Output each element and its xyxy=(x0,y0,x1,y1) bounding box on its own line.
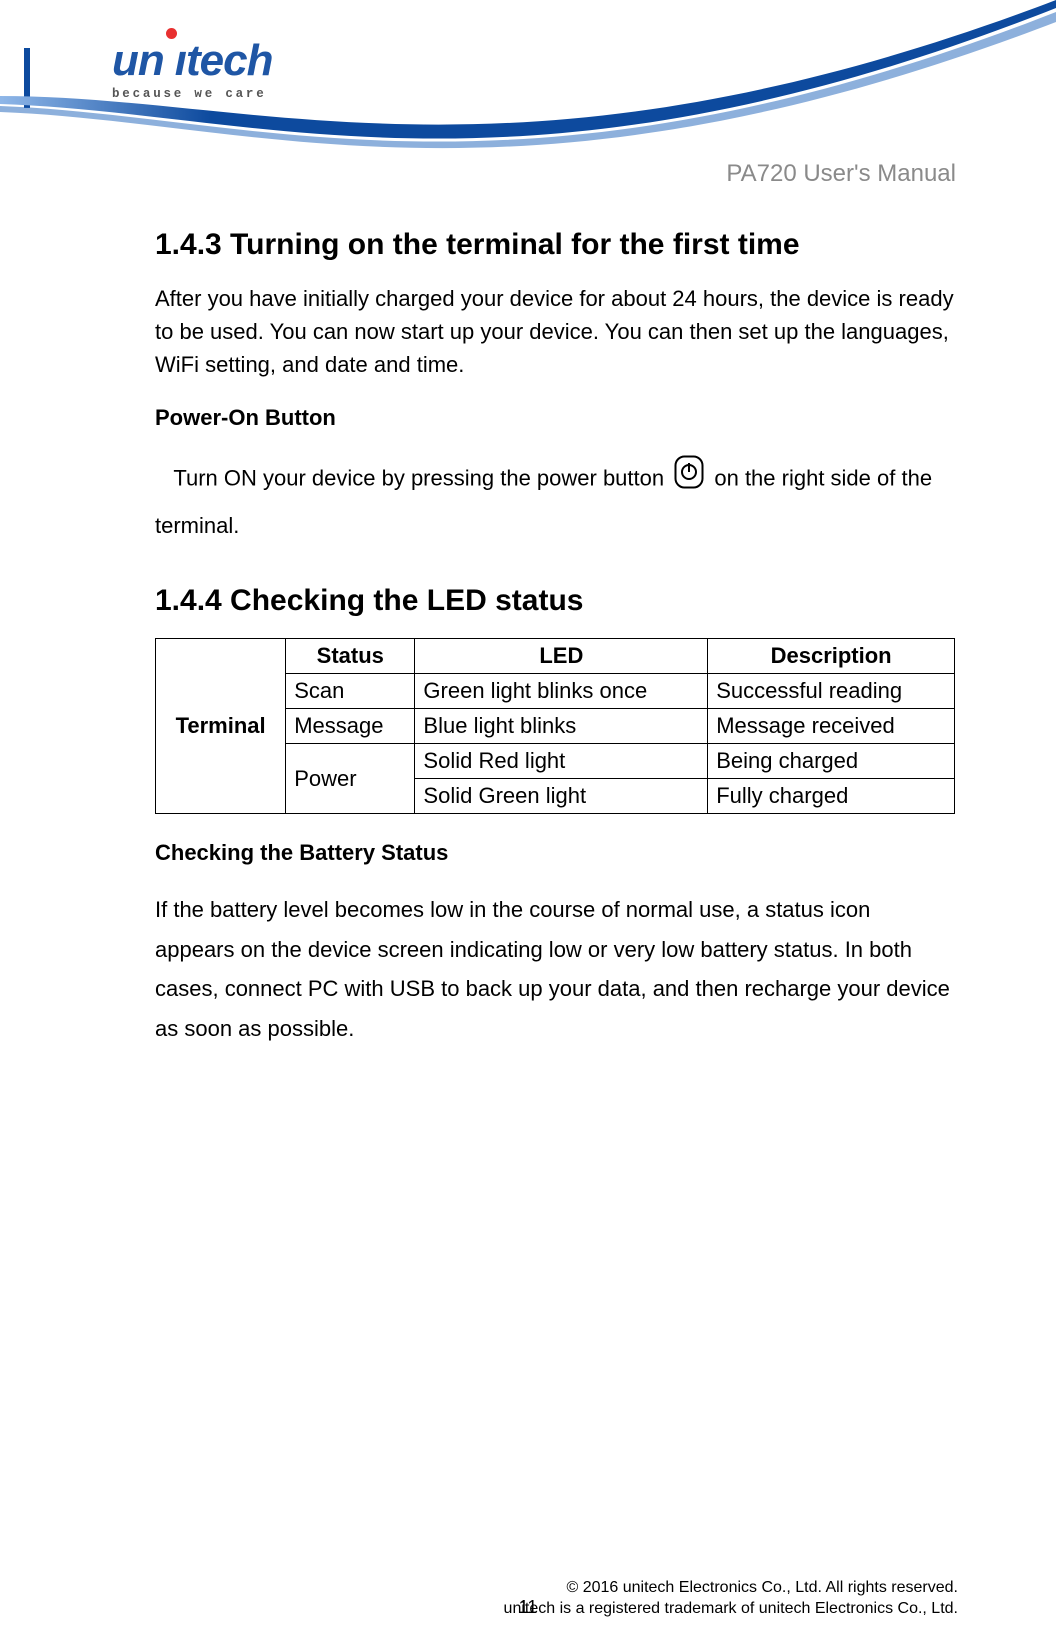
intro-paragraph: After you have initially charged your de… xyxy=(155,282,955,381)
power-on-button-heading: Power-On Button xyxy=(155,405,955,431)
cell-desc: Message received xyxy=(708,709,955,744)
cell-status: Scan xyxy=(286,674,415,709)
battery-status-paragraph: If the battery level becomes low in the … xyxy=(155,890,955,1048)
copyright-line-1: © 2016 unitech Electronics Co., Ltd. All… xyxy=(504,1578,958,1599)
brand-tagline: because we care xyxy=(112,87,292,101)
cell-led: Blue light blinks xyxy=(415,709,708,744)
cell-led: Green light blinks once xyxy=(415,674,708,709)
brand-dot xyxy=(166,28,177,39)
section-heading-1-4-4: 1.4.4 Checking the LED status xyxy=(155,584,955,618)
brand-wordmark: unıtech xyxy=(112,28,292,83)
power-on-paragraph: Turn ON your device by pressing the powe… xyxy=(155,455,955,548)
brand-logo: unıtech because we care xyxy=(112,28,292,101)
cell-status: Power xyxy=(286,744,415,814)
led-status-table: Terminal Status LED Description Scan Gre… xyxy=(155,638,955,814)
table-col-status: Status xyxy=(286,639,415,674)
table-col-desc: Description xyxy=(708,639,955,674)
cell-desc: Successful reading xyxy=(708,674,955,709)
left-vertical-bar xyxy=(24,48,30,108)
cell-led: Solid Green light xyxy=(415,779,708,814)
cell-desc: Being charged xyxy=(708,744,955,779)
cell-status: Message xyxy=(286,709,415,744)
battery-status-heading: Checking the Battery Status xyxy=(155,840,955,866)
table-row-header: Terminal xyxy=(156,639,286,814)
copyright-line-2: unitech is a registered trademark of uni… xyxy=(504,1599,958,1620)
power-icon xyxy=(674,455,704,504)
section-heading-1-4-3: 1.4.3 Turning on the terminal for the fi… xyxy=(155,228,955,262)
cell-desc: Fully charged xyxy=(708,779,955,814)
table-col-led: LED xyxy=(415,639,708,674)
cell-led: Solid Red light xyxy=(415,744,708,779)
power-on-text-a: Turn ON your device by pressing the powe… xyxy=(173,465,670,490)
document-title: PA720 User's Manual xyxy=(726,160,956,188)
